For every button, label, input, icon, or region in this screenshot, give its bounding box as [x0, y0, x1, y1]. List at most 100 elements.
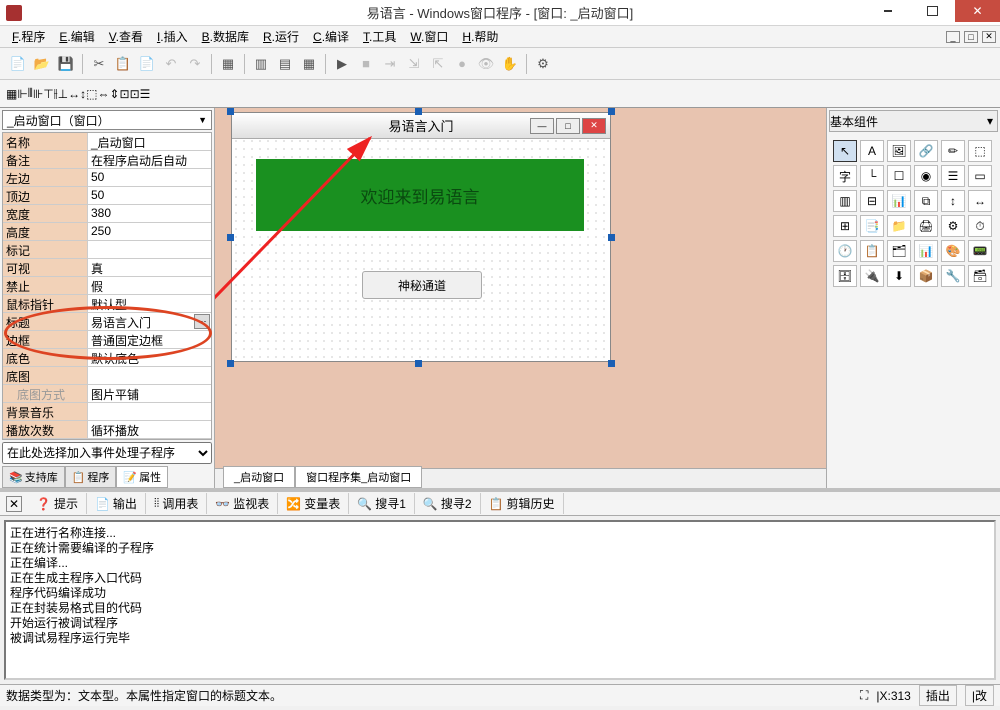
property-value[interactable] — [88, 403, 211, 420]
component-item[interactable]: 🖨 — [914, 215, 938, 237]
align-top-icon[interactable]: ⊤ — [43, 87, 53, 101]
new-file-icon[interactable]: 📄 — [7, 53, 29, 75]
object-selector[interactable]: _启动窗口（窗口） ▼ — [2, 110, 212, 130]
property-value[interactable]: _启动窗口 — [88, 133, 211, 150]
tab-hints[interactable]: ❓ 提示 — [28, 493, 87, 514]
property-value[interactable]: 普通固定边框 — [88, 331, 211, 348]
resize-handle[interactable] — [415, 360, 422, 367]
component-item[interactable]: A — [860, 140, 884, 162]
undo-icon[interactable]: ↶ — [160, 53, 182, 75]
misc-icon[interactable]: ⚙ — [532, 53, 554, 75]
component-item[interactable]: 🖼 — [887, 140, 911, 162]
paste-icon[interactable]: 📄 — [136, 53, 158, 75]
property-value[interactable]: 50 — [88, 187, 211, 204]
property-row[interactable]: 禁止假 — [3, 277, 211, 295]
property-row[interactable]: 背景音乐 — [3, 403, 211, 421]
output-text[interactable]: 正在进行名称连接...正在统计需要编译的子程序正在编译...正在生成主程序入口代… — [4, 520, 996, 680]
layout1-icon[interactable]: ▥ — [250, 53, 272, 75]
property-row[interactable]: 可视真 — [3, 259, 211, 277]
tab-search1[interactable]: 🔍 搜寻1 — [349, 493, 415, 514]
vspace-icon[interactable]: ⇕ — [109, 87, 119, 101]
mdi-restore-icon[interactable]: □ — [964, 31, 978, 43]
property-value[interactable]: 真 — [88, 259, 211, 276]
tab-program[interactable]: 📋 程序 — [65, 466, 117, 488]
align-right-icon[interactable]: ⊪ — [33, 87, 43, 101]
align-bottom-icon[interactable]: ⊥ — [58, 87, 68, 101]
form-icon[interactable]: ▦ — [217, 53, 239, 75]
component-item[interactable]: 📑 — [860, 215, 884, 237]
mdi-minimize-icon[interactable]: _ — [946, 31, 960, 43]
property-value[interactable]: 真 — [88, 439, 211, 440]
menu-i[interactable]: I.插入 — [151, 26, 194, 47]
component-item[interactable]: 📊 — [914, 240, 938, 262]
menu-e[interactable]: E.编辑 — [53, 26, 100, 47]
property-row[interactable]: 鼠标指针默认型 — [3, 295, 211, 313]
property-value[interactable]: 易语言入门⋯ — [88, 313, 211, 330]
tab-window-assembly[interactable]: 窗口程序集_启动窗口 — [295, 466, 422, 488]
component-item[interactable]: 🕐 — [833, 240, 857, 262]
property-value[interactable]: 50 — [88, 169, 211, 186]
property-row[interactable]: 高度250 — [3, 223, 211, 241]
step-into-icon[interactable]: ⇲ — [403, 53, 425, 75]
property-row[interactable]: 标题易语言入门⋯ — [3, 313, 211, 331]
tab-calltable[interactable]: ⦙⦙ 调用表 — [146, 493, 207, 514]
component-item[interactable]: 📊 — [887, 190, 911, 212]
grid-icon[interactable]: ▦ — [6, 87, 17, 101]
menu-w[interactable]: W.窗口 — [404, 26, 454, 47]
property-value[interactable] — [88, 241, 211, 258]
property-grid[interactable]: 名称_启动窗口备注在程序启动后自动左边50顶边50宽度380高度250标记可视真… — [2, 132, 212, 440]
menu-v[interactable]: V.查看 — [103, 26, 149, 47]
component-item[interactable]: ⊟ — [860, 190, 884, 212]
tab-watch[interactable]: 👓 监视表 — [207, 493, 278, 514]
tab-order-icon[interactable]: ☰ — [140, 87, 151, 101]
menu-h[interactable]: H.帮助 — [456, 26, 504, 47]
design-button[interactable]: 神秘通道 — [362, 271, 482, 299]
component-item[interactable]: ⧉ — [914, 190, 938, 212]
property-row[interactable]: 底色默认底色 — [3, 349, 211, 367]
same-width-icon[interactable]: ↔ — [68, 87, 80, 101]
resize-handle[interactable] — [608, 108, 615, 115]
open-file-icon[interactable]: 📂 — [31, 53, 53, 75]
property-row[interactable]: 宽度380 — [3, 205, 211, 223]
component-item[interactable]: ▭ — [968, 165, 992, 187]
component-item[interactable]: ◉ — [914, 165, 938, 187]
resize-handle[interactable] — [227, 234, 234, 241]
component-item[interactable]: 🔌 — [860, 265, 884, 287]
breakpoint-icon[interactable]: ● — [451, 53, 473, 75]
step-out-icon[interactable]: ⇱ — [427, 53, 449, 75]
property-row[interactable]: 底图方式图片平铺 — [3, 385, 211, 403]
mdi-close-icon[interactable]: ✕ — [982, 31, 996, 43]
property-row[interactable]: 边框普通固定边框 — [3, 331, 211, 349]
component-item[interactable]: └ — [860, 165, 884, 187]
component-item[interactable]: ✏ — [941, 140, 965, 162]
step-over-icon[interactable]: ⇥ — [379, 53, 401, 75]
component-item[interactable]: ☰ — [941, 165, 965, 187]
property-value[interactable]: 默认型 — [88, 295, 211, 312]
close-button[interactable] — [955, 0, 1000, 22]
palette-dropdown-icon[interactable]: ▾ — [983, 114, 997, 128]
tab-variables[interactable]: 🔀 变量表 — [278, 493, 349, 514]
property-row[interactable]: 播放次数循环播放 — [3, 421, 211, 439]
output-close-button[interactable]: ✕ — [6, 496, 22, 512]
form-designer[interactable]: 易语言入门 — □ ✕ 欢迎来到易语言 神秘通道 — [215, 108, 826, 488]
layout2-icon[interactable]: ▤ — [274, 53, 296, 75]
tab-search2[interactable]: 🔍 搜寻2 — [415, 493, 481, 514]
component-item[interactable]: 📁 — [887, 215, 911, 237]
component-item[interactable]: 🗄 — [833, 265, 857, 287]
resize-handle[interactable] — [227, 108, 234, 115]
component-item[interactable]: 📦 — [914, 265, 938, 287]
align-left-icon[interactable]: ⊩ — [17, 87, 27, 101]
center-h-icon[interactable]: ⊡ — [120, 87, 130, 101]
property-row[interactable]: 底图 — [3, 367, 211, 385]
component-item[interactable]: 🎨 — [941, 240, 965, 262]
property-value[interactable]: 循环播放 — [88, 421, 211, 438]
property-value[interactable]: 假 — [88, 277, 211, 294]
center-v-icon[interactable]: ⊡ — [130, 87, 140, 101]
component-item[interactable]: 🗂 — [887, 240, 911, 262]
component-item[interactable]: 📋 — [860, 240, 884, 262]
zoom-icon[interactable]: ⛶ — [860, 688, 868, 703]
minimize-button[interactable] — [865, 0, 910, 22]
design-form[interactable]: 易语言入门 — □ ✕ 欢迎来到易语言 神秘通道 — [231, 112, 611, 362]
property-more-button[interactable]: ⋯ — [194, 314, 210, 329]
component-item[interactable]: ↔ — [968, 190, 992, 212]
